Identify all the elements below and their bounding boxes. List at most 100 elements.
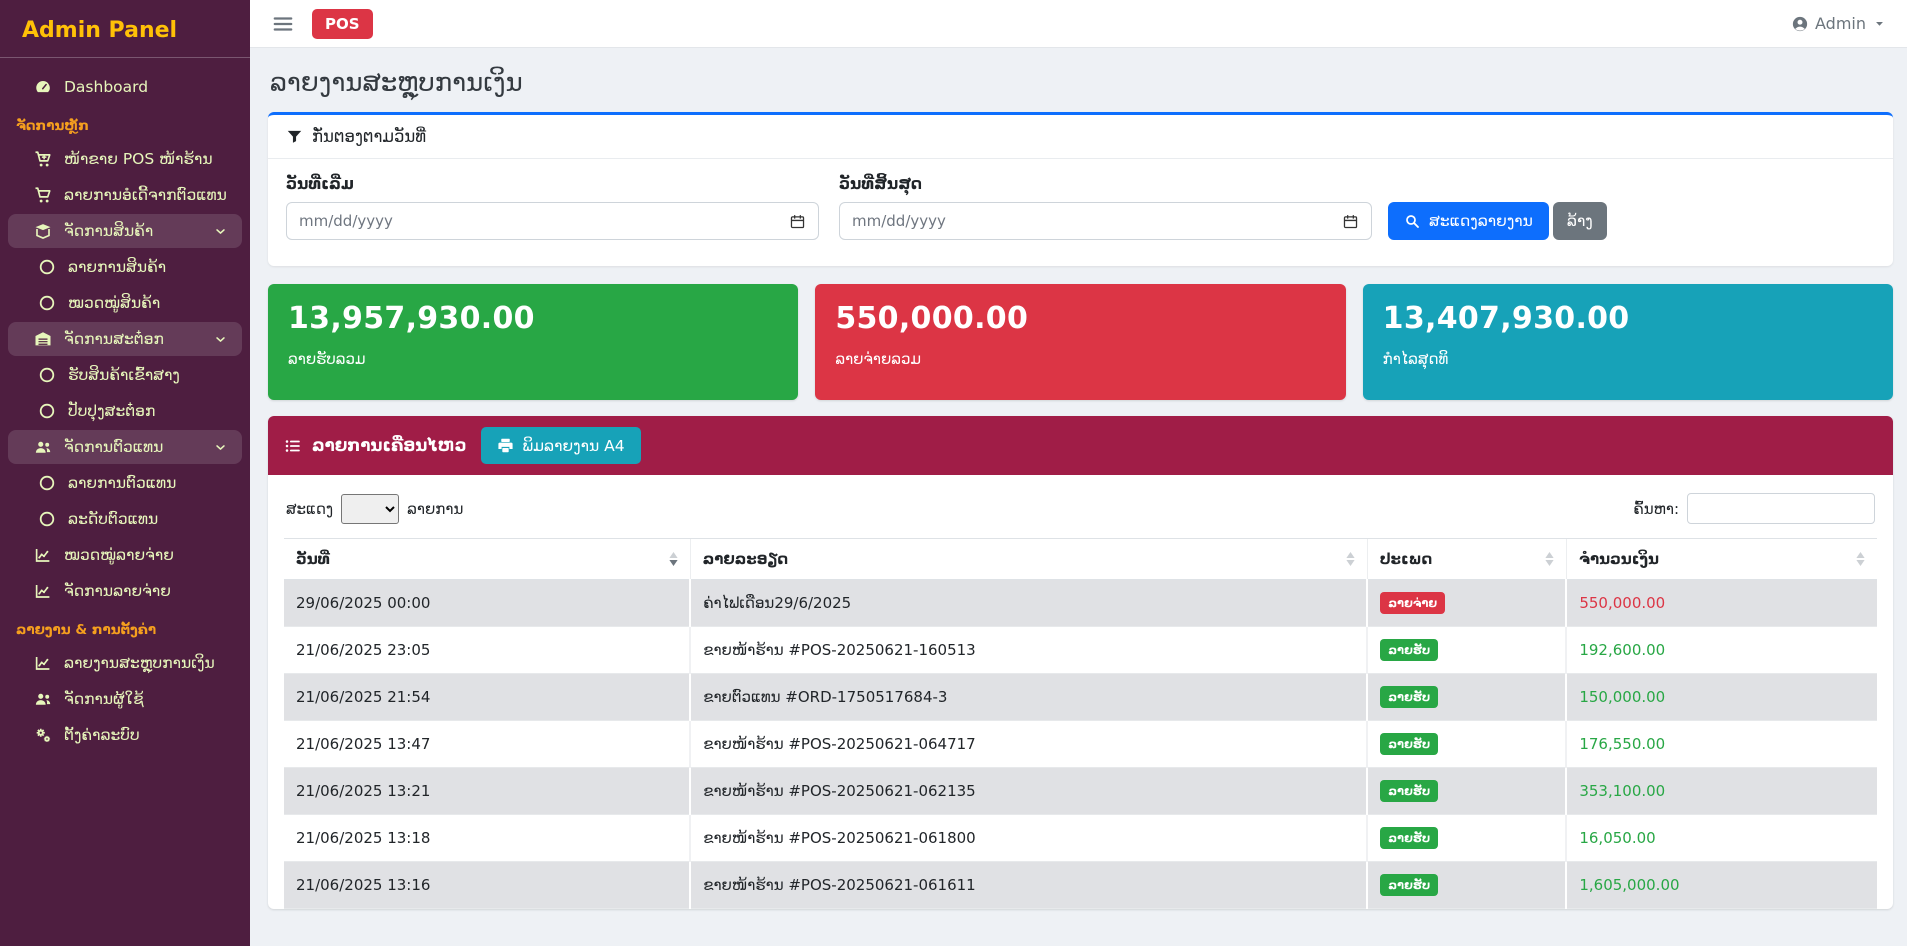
sidebar-item-label: ລາຍການອໍເດີ້ຈາກຕົວແທນ	[64, 186, 228, 204]
page-length-select[interactable]	[341, 494, 399, 524]
page-title: ລາຍງານສະຫຼຸບການເງິນ	[270, 68, 1893, 98]
end-date-input[interactable]: mm/dd/yyyy	[839, 202, 1372, 240]
sidebar-item-2[interactable]: ໜ້າຂາຍ POS ໜ້າຮ້ານ	[8, 142, 242, 176]
type-badge: ລາຍຈ່າຍ	[1380, 592, 1445, 614]
sort-icon	[1848, 552, 1865, 566]
table-row: 21/06/2025 13:21ຂາຍໜ້າຮ້ານ #POS-20250621…	[284, 768, 1877, 815]
person-circle-icon	[1791, 15, 1809, 33]
transactions-table: ວັນທີ່ລາຍລະອຽດປະເພດຈຳນວນເງິນ 29/06/2025 …	[284, 538, 1877, 909]
sidebar-item-14[interactable]: ຈັດການລາຍຈ່າຍ	[8, 574, 242, 608]
chart-icon	[34, 546, 52, 564]
calendar-icon[interactable]	[1342, 213, 1359, 230]
type-badge: ລາຍຮັບ	[1380, 827, 1438, 849]
type-badge: ລາຍຮັບ	[1380, 874, 1438, 896]
column-header-0[interactable]: ວັນທີ່	[284, 539, 690, 580]
type-badge: ລາຍຮັບ	[1380, 780, 1438, 802]
table-controls: ສະແດງ ລາຍການ ຄົ້ນຫາ:	[286, 493, 1875, 524]
cell-amount: 176,550.00	[1566, 721, 1877, 768]
column-header-label: ຈຳນວນເງິນ	[1579, 550, 1659, 568]
sidebar-item-label: ຕັ້ງຄ່າລະບົບ	[64, 726, 228, 744]
sidebar-item-7[interactable]: ຈັດການສະຕ໋ອກ	[8, 322, 242, 356]
circle-icon	[38, 402, 56, 420]
sidebar-item-label: ຈັດການຕົວແທນ	[64, 438, 201, 456]
sidebar-item-9[interactable]: ປັບປຸງສະຕ໋ອກ	[8, 394, 242, 428]
cell-amount: 16,050.00	[1566, 815, 1877, 862]
start-date-input[interactable]: mm/dd/yyyy	[286, 202, 819, 240]
sidebar-item-6[interactable]: ໝວດໝູ່ສິນຄ້າ	[8, 286, 242, 320]
stat-value: 13,407,930.00	[1383, 301, 1873, 336]
sidebar-item-16[interactable]: ລາຍງານສະຫຼຸບການເງິນ	[8, 646, 242, 680]
sidebar-item-4[interactable]: ຈັດການສິນຄ້າ	[8, 214, 242, 248]
sort-icon	[661, 552, 678, 566]
list-icon	[284, 437, 302, 455]
chart-icon	[34, 582, 52, 600]
sidebar-item-8[interactable]: ຮັບສິນຄ້າເຂົ້າສາງ	[8, 358, 242, 392]
sidebar-item-label: ຈັດການສະຕ໋ອກ	[64, 330, 201, 348]
sidebar-item-label: ໝວດໝູ່ລາຍຈ່າຍ	[64, 546, 228, 564]
table-search-label: ຄົ້ນຫາ:	[1633, 500, 1679, 518]
clear-button[interactable]: ລ້າງ	[1553, 202, 1607, 240]
column-header-label: ວັນທີ່	[296, 550, 330, 568]
sidebar-section-label: ຈັດການຫຼັກ	[0, 106, 250, 140]
circle-icon	[38, 258, 56, 276]
cell-type: ລາຍຮັບ	[1367, 674, 1566, 721]
cell-date: 21/06/2025 13:18	[284, 815, 690, 862]
end-date-placeholder: mm/dd/yyyy	[852, 212, 946, 230]
table-row: 21/06/2025 13:16ຂາຍໜ້າຮ້ານ #POS-20250621…	[284, 862, 1877, 909]
table-search-input[interactable]	[1687, 493, 1875, 524]
end-date-label: ວັນທີ່ສິ້ນສຸດ	[839, 175, 1372, 193]
sidebar-item-12[interactable]: ລະດັບຕົວແທນ	[8, 502, 242, 536]
hamburger-menu-icon[interactable]	[272, 13, 294, 35]
cell-description: ຂາຍໜ້າຮ້ານ #POS-20250621-061800	[690, 815, 1367, 862]
sidebar-item-11[interactable]: ລາຍການຕົວແທນ	[8, 466, 242, 500]
cart-plus-icon	[34, 150, 52, 168]
table-header-row: ວັນທີ່ ລາຍລະອຽດປະເພດ ຈຳນວນເງິນ	[284, 539, 1877, 580]
cell-type: ລາຍຮັບ	[1367, 815, 1566, 862]
funnel-icon	[286, 128, 303, 145]
sidebar-item-label: ຈັດການລາຍຈ່າຍ	[64, 582, 228, 600]
sidebar-item-0[interactable]: Dashboard	[8, 70, 242, 104]
sidebar-item-label: ລະດັບຕົວແທນ	[68, 510, 228, 528]
user-menu[interactable]: Admin	[1791, 14, 1887, 33]
top-navbar: POS Admin	[250, 0, 1907, 48]
sidebar-item-5[interactable]: ລາຍການສິນຄ້າ	[8, 250, 242, 284]
circle-icon	[38, 474, 56, 492]
show-report-button[interactable]: ສະແດງລາຍງານ	[1388, 202, 1549, 240]
transactions-card: ລາຍການເຄື່ອນໄຫວ ພິມລາຍງານ A4 ສະແດງ ລາຍກາ…	[268, 416, 1893, 909]
sidebar-item-label: ປັບປຸງສະຕ໋ອກ	[68, 402, 228, 420]
cell-description: ຂາຍໜ້າຮ້ານ #POS-20250621-062135	[690, 768, 1367, 815]
sidebar-item-10[interactable]: ຈັດການຕົວແທນ	[8, 430, 242, 464]
end-date-field: ວັນທີ່ສິ້ນສຸດ mm/dd/yyyy	[839, 175, 1372, 240]
start-date-placeholder: mm/dd/yyyy	[299, 212, 393, 230]
type-badge: ລາຍຮັບ	[1380, 639, 1438, 661]
start-date-field: ວັນທີ່ເລີ່ມ mm/dd/yyyy	[286, 175, 819, 240]
sidebar-item-label: ຈັດການສິນຄ້າ	[64, 222, 201, 240]
cell-description: ຄ່າໄຟເດືອນ29/6/2025	[690, 580, 1367, 627]
transactions-card-body: ສະແດງ ລາຍການ ຄົ້ນຫາ: ວັນທີ່ ລາຍລະອຽດປະເພດ…	[268, 475, 1893, 909]
column-header-2[interactable]: ປະເພດ	[1367, 539, 1566, 580]
cell-type: ລາຍຈ່າຍ	[1367, 580, 1566, 627]
column-header-1[interactable]: ລາຍລະອຽດ	[690, 539, 1367, 580]
table-row: 21/06/2025 13:47ຂາຍໜ້າຮ້ານ #POS-20250621…	[284, 721, 1877, 768]
sidebar-item-3[interactable]: ລາຍການອໍເດີ້ຈາກຕົວແທນ	[8, 178, 242, 212]
column-header-3[interactable]: ຈຳນວນເງິນ	[1566, 539, 1877, 580]
cell-date: 21/06/2025 13:16	[284, 862, 690, 909]
user-menu-label: Admin	[1815, 14, 1866, 33]
users-icon	[34, 690, 52, 708]
sidebar-item-13[interactable]: ໝວດໝູ່ລາຍຈ່າຍ	[8, 538, 242, 572]
show-entries-label: ສະແດງ	[286, 500, 333, 518]
sidebar-item-17[interactable]: ຈັດການຜູ້ໃຊ້	[8, 682, 242, 716]
sidebar-section-label: ລາຍງານ & ການຕັ້ງຄ່າ	[0, 610, 250, 644]
pos-badge[interactable]: POS	[312, 9, 373, 39]
sidebar-item-label: ຈັດການຜູ້ໃຊ້	[64, 690, 228, 708]
print-a4-button[interactable]: ພິມລາຍງານ A4	[481, 427, 641, 464]
sidebar-item-18[interactable]: ຕັ້ງຄ່າລະບົບ	[8, 718, 242, 752]
cell-description: ຂາຍໜ້າຮ້ານ #POS-20250621-064717	[690, 721, 1367, 768]
circle-icon	[38, 510, 56, 528]
cell-date: 21/06/2025 23:05	[284, 627, 690, 674]
chevron-down-icon	[213, 224, 228, 239]
stat-value: 550,000.00	[835, 301, 1325, 336]
calendar-icon[interactable]	[789, 213, 806, 230]
cell-amount: 150,000.00	[1566, 674, 1877, 721]
cell-description: ຂາຍໜ້າຮ້ານ #POS-20250621-160513	[690, 627, 1367, 674]
